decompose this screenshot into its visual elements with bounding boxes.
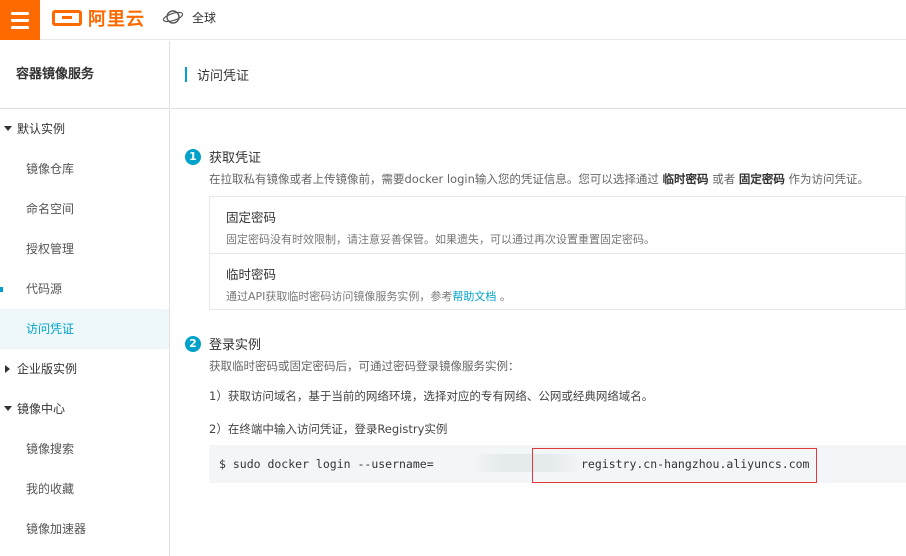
top-bar: 阿里云 全球 xyxy=(0,0,906,40)
sidebar-item-repositories[interactable]: 镜像仓库 xyxy=(0,149,169,189)
fixed-password-card[interactable]: 固定密码 固定密码没有时效限制，请注意妥善保管。如果遗失，可以通过再次设置重置固… xyxy=(210,197,905,253)
card-desc-text: 。 xyxy=(499,290,511,303)
sidebar-group-image-center[interactable]: 镜像中心 xyxy=(0,389,169,429)
desc-text: 或者 xyxy=(712,172,736,186)
caret-right-icon xyxy=(5,365,10,373)
desc-text: 作为访问凭证。 xyxy=(788,172,870,186)
card-title: 临时密码 xyxy=(226,267,277,282)
step-number-badge: 2 xyxy=(185,335,201,352)
login-command-prefix: $ sudo docker login --username= xyxy=(219,457,434,471)
step-get-credentials: 1 获取凭证 在拉取私有镜像或者上传镜像前，需要docker login输入您的… xyxy=(185,147,869,187)
sidebar-title: 容器镜像服务 xyxy=(0,41,169,109)
step-description: 获取临时密码或固定密码后，可通过密码登录镜像服务实例： xyxy=(209,359,520,373)
card-description: 固定密码没有时效限制，请注意妥善保管。如果遗失，可以通过再次设置重置固定密码。 xyxy=(226,233,655,246)
instruction-line-1: 1）获取访问域名，基于当前的网络环境，选择对应的专有网络、公网或经典网络域名。 xyxy=(209,389,654,403)
help-doc-link[interactable]: 帮助文档 xyxy=(452,290,496,303)
page-title: 访问凭证 xyxy=(197,69,250,84)
registry-highlight-box xyxy=(532,448,817,483)
card-title: 固定密码 xyxy=(226,210,277,225)
caret-down-icon xyxy=(4,126,12,131)
temp-password-option: 临时密码 xyxy=(662,172,709,186)
sidebar-item-image-search[interactable]: 镜像搜索 xyxy=(0,429,169,469)
sidebar-item-accelerator[interactable]: 镜像加速器 xyxy=(0,509,169,549)
page-header: 访问凭证 xyxy=(171,41,906,109)
step-description: 在拉取私有镜像或者上传镜像前，需要docker login输入您的凭证信息。您可… xyxy=(209,171,869,187)
step-number-badge: 1 xyxy=(185,148,201,165)
temp-password-card[interactable]: 临时密码 通过API获取临时密码访问镜像服务实例，参考帮助文档 。 xyxy=(210,253,905,309)
sidebar-item-favorites[interactable]: 我的收藏 xyxy=(0,469,169,509)
sidebar-item-label: 代码源 xyxy=(26,282,63,296)
aliyun-logo[interactable]: 阿里云 xyxy=(52,7,145,30)
region-label: 全球 xyxy=(192,10,217,25)
sidebar-group-label: 镜像中心 xyxy=(17,402,66,416)
sidebar-group-label: 默认实例 xyxy=(17,122,66,136)
sidebar: 容器镜像服务 默认实例 镜像仓库 命名空间 授权管理 代码源 访问凭证 企业版实… xyxy=(0,41,170,556)
sidebar-group-default-instance[interactable]: 默认实例 xyxy=(0,109,169,149)
sidebar-group-enterprise-instance[interactable]: 企业版实例 xyxy=(0,349,169,389)
credential-options: 固定密码 固定密码没有时效限制，请注意妥善保管。如果遗失，可以通过再次设置重置固… xyxy=(209,196,906,310)
region-selector[interactable]: 全球 xyxy=(162,8,216,26)
sidebar-item-namespaces[interactable]: 命名空间 xyxy=(0,189,169,229)
sidebar-item-code-source[interactable]: 代码源 xyxy=(0,269,169,309)
nav-marker xyxy=(0,287,3,292)
card-description: 通过API获取临时密码访问镜像服务实例，参考帮助文档 。 xyxy=(226,288,905,304)
caret-down-icon xyxy=(4,406,12,411)
fixed-password-option: 固定密码 xyxy=(738,172,785,186)
main-content: 访问凭证 1 获取凭证 在拉取私有镜像或者上传镜像前，需要docker logi… xyxy=(171,41,906,556)
sidebar-item-access-credentials[interactable]: 访问凭证 xyxy=(0,309,169,349)
aliyun-logo-icon xyxy=(52,10,82,26)
instruction-line-2: 2）在终端中输入访问凭证，登录Registry实例 xyxy=(209,422,448,436)
title-accent-bar xyxy=(185,67,187,82)
sidebar-group-label: 企业版实例 xyxy=(17,362,78,376)
brand-name: 阿里云 xyxy=(88,9,145,30)
step-title: 登录实例 xyxy=(209,338,262,353)
sidebar-item-authorization[interactable]: 授权管理 xyxy=(0,229,169,269)
desc-text: 在拉取私有镜像或者上传镜像前，需要docker login输入您的凭证信息。您可… xyxy=(209,172,659,186)
globe-icon xyxy=(162,10,184,24)
step-title: 获取凭证 xyxy=(209,151,262,166)
card-desc-text: 通过API获取临时密码访问镜像服务实例，参考 xyxy=(226,290,453,303)
step-login-instance: 2 登录实例 获取临时密码或固定密码后，可通过密码登录镜像服务实例： xyxy=(185,334,520,374)
hamburger-menu-icon[interactable] xyxy=(0,0,40,40)
